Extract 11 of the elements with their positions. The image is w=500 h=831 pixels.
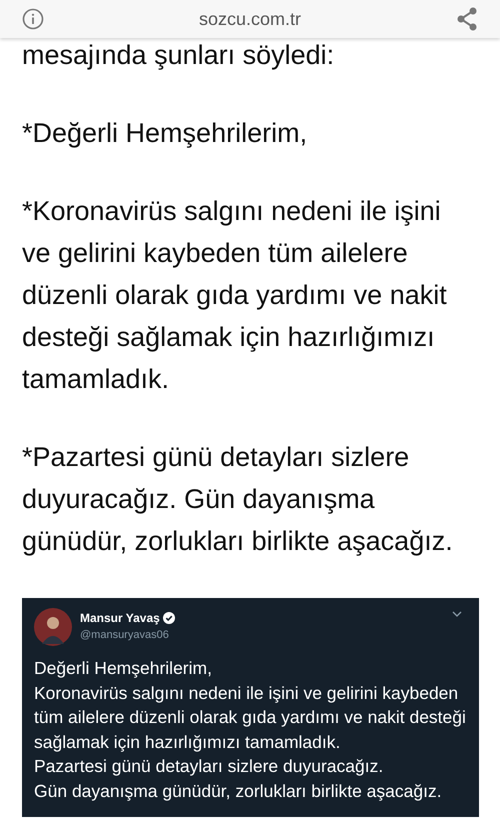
share-icon[interactable] [456, 7, 478, 31]
tweet-text: Değerli Hemşehrilerim, Koronavirüs salgını nedeni ile işini ve gelirini kaybeden tüm ailelere düzenli olarak gıda yardımı ve nakit desteği sağlamak için hazırlığımızı tamamladık. Pazartesi günü detayları sizlere duyuracağız. Gün dayanışma günüdür, zorlukları birlikte aşacağız. [34, 657, 467, 803]
info-icon[interactable] [22, 8, 44, 30]
article-paragraph: *Değerli Hemşehrilerim, [22, 117, 308, 150]
article-paragraph: *Koronavirüs salgını nedeni ile işini ve gelirini kaybeden tüm ailelere düzenli olarak gıda yardımı ve nakit desteği sağlamak için hazırlığımızı tamamladık. [22, 195, 448, 396]
avatar [34, 608, 72, 646]
url-text[interactable]: sozcu.com.tr [198, 8, 302, 30]
account-handle: @mansuryavas06 [80, 629, 169, 641]
account-name: Mansur Yavaş [80, 611, 160, 625]
article-paragraph: *Pazartesi günü detayları sizlere duyuracağız. Gün dayanışma günüdür, zorlukları birlikte aşacağız. [22, 441, 454, 558]
article-paragraph: mesajında şunları söyledi: [22, 39, 336, 72]
